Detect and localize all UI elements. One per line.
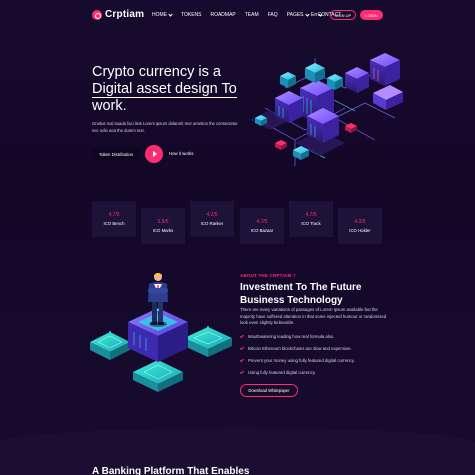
- feature-item: Bitcoin Ethereum blockchains are slow an…: [239, 345, 352, 351]
- chevron-down-icon: [318, 11, 323, 17]
- language-selector[interactable]: En: [311, 11, 323, 18]
- chevron-down-icon: [304, 11, 310, 17]
- chevron-down-icon: [168, 11, 173, 17]
- nav-team-label: TEAM: [244, 12, 259, 18]
- stat-card: 5.5/5 ICO Marks: [141, 208, 185, 244]
- stat-card: 4.7/5 ICO Track: [289, 201, 333, 237]
- about-illustration: [90, 273, 232, 392]
- nav-roadmap[interactable]: ROADMAP: [210, 12, 235, 18]
- feature-text: Bitcoin Ethereum blockchains are slow an…: [248, 346, 352, 351]
- stat-value: 4.7/5: [305, 212, 317, 218]
- nav-team[interactable]: TEAM: [245, 12, 259, 18]
- stat-value: 4.7/5: [256, 219, 268, 225]
- stat-label: ICO Holder: [349, 228, 371, 233]
- feature-text: Prevent your money using fully featured …: [248, 358, 355, 363]
- hero-illustration: [250, 53, 403, 166]
- play-icon: [152, 151, 157, 157]
- check-icon: [239, 369, 245, 375]
- stat-value: 4.7/5: [108, 212, 120, 218]
- hero-description: Gruitus mal suada faci lisis Lorem ipsum…: [92, 121, 238, 133]
- hero-title: Crypto currency is a Digital asset desig…: [92, 64, 242, 115]
- about-kicker: ABOUT THE CRPTIAM ?: [240, 273, 296, 278]
- stat-label: ICO Bench: [103, 221, 125, 226]
- stat-card: 4.2/5 ICO Holder: [338, 208, 382, 244]
- stat-label: ICO Ranker: [200, 221, 224, 226]
- hero-title-line1: Crypto currency is a: [92, 64, 221, 80]
- logo-text: Crptiam: [105, 9, 145, 20]
- stat-card: 4.7/5 ICO Bench: [92, 201, 136, 237]
- page: Crptiam HOME TOKENS ROADMAP TEAM FAQ PAG…: [0, 0, 475, 475]
- logo[interactable]: Crptiam: [92, 9, 144, 20]
- nav-tokens[interactable]: TOKENS: [181, 12, 201, 18]
- stat-value: 5.5/5: [157, 219, 169, 225]
- stat-label: ICO Track: [301, 221, 321, 226]
- stat-value: 4.2/5: [354, 219, 366, 225]
- feature-text: Mouthwatering leading how real formula a…: [248, 334, 335, 339]
- site-header: Crptiam HOME TOKENS ROADMAP TEAM FAQ PAG…: [0, 0, 475, 30]
- login-button[interactable]: LOGIN: [360, 10, 383, 20]
- stat-label: ICO Bazaar: [250, 228, 274, 233]
- signup-button[interactable]: SIGN UP: [330, 10, 356, 20]
- nav-faq-label: FAQ: [267, 12, 278, 18]
- about-title: Investment To The Future Business Techno…: [240, 282, 362, 306]
- download-whitepaper-button[interactable]: Download Whitepaper: [240, 384, 298, 397]
- check-icon: [239, 345, 245, 351]
- nav-roadmap-label: ROADMAP: [210, 12, 236, 18]
- stat-card: 4.7/5 ICO Bazaar: [240, 208, 284, 244]
- check-icon: [239, 333, 245, 339]
- feature-item: Mouthwatering leading how real formula a…: [239, 333, 335, 339]
- nav-home[interactable]: HOME: [152, 11, 173, 18]
- nav-pages[interactable]: PAGES: [286, 11, 310, 18]
- feature-item: Prevent your money using fully featured …: [239, 357, 355, 363]
- nav-pages-label: PAGES: [286, 12, 304, 18]
- stat-label: ICO Marks: [152, 228, 174, 233]
- hero-title-line2: Digital asset design To: [92, 81, 237, 98]
- stat-card: 4.2/5 ICO Ranker: [190, 201, 234, 237]
- feature-item: Using fully featured digital currency.: [239, 369, 316, 375]
- hero-title-line3: work.: [92, 98, 127, 114]
- nav-home-label: HOME: [152, 12, 167, 18]
- how-it-works-link[interactable]: How it works: [169, 151, 193, 156]
- feature-text: Using fully featured digital currency.: [248, 370, 316, 375]
- about-description: There are many variations of passages of…: [240, 307, 387, 326]
- nav-faq[interactable]: FAQ: [268, 12, 278, 18]
- language-label: En: [311, 12, 318, 18]
- nav-tokens-label: TOKENS: [181, 12, 202, 18]
- token-distribution-button[interactable]: Token Distribution: [92, 148, 140, 160]
- check-icon: [239, 357, 245, 363]
- stat-value: 4.2/5: [206, 212, 218, 218]
- bottom-heading: A Banking Platform That Enables: [92, 466, 250, 475]
- logo-icon: [92, 9, 102, 20]
- play-video-button[interactable]: [145, 145, 163, 163]
